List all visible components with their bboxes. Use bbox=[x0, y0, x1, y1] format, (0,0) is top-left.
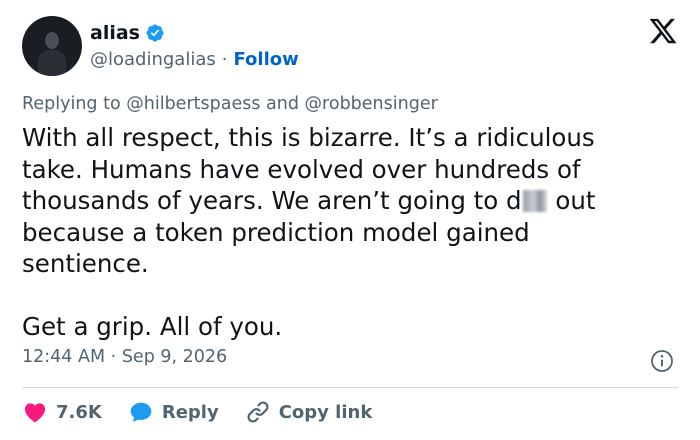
info-icon[interactable] bbox=[650, 349, 674, 373]
like-button[interactable]: 7.6K bbox=[22, 399, 102, 425]
link-icon bbox=[247, 401, 269, 423]
display-name[interactable]: alias bbox=[90, 22, 140, 44]
copy-link-button[interactable]: Copy link bbox=[245, 399, 373, 425]
tweet-text: With all respect, this is bizarre. It’s … bbox=[22, 122, 662, 343]
copy-link-label: Copy link bbox=[278, 401, 373, 423]
timestamp-separator: · bbox=[110, 347, 117, 367]
tweet-line: take. Humans have evolved over hundreds … bbox=[22, 154, 581, 184]
replying-to-conjunction: and bbox=[266, 94, 299, 114]
avatar[interactable] bbox=[22, 16, 82, 76]
tweet-line: sentience. bbox=[22, 249, 149, 278]
mention-link-1[interactable]: @hilbertspaess bbox=[126, 94, 260, 114]
tweet-timestamp[interactable]: 12:44 AM · Sep 9, 2026 bbox=[22, 347, 227, 367]
tweet-date: Sep 9, 2026 bbox=[121, 347, 228, 367]
tweet-line: With all respect, this is bizarre. It’s … bbox=[22, 123, 595, 152]
x-logo-icon[interactable] bbox=[648, 16, 678, 46]
mention-link-2[interactable]: @robbensinger bbox=[305, 94, 438, 114]
tweet-line: thousands of years. We aren’t going to d… bbox=[22, 185, 662, 217]
follow-button[interactable]: Follow bbox=[233, 49, 298, 70]
censor-blur bbox=[522, 190, 547, 212]
author-handle[interactable]: @loadingalias bbox=[90, 49, 216, 70]
action-bar: 7.6K Reply Copy link bbox=[22, 399, 398, 425]
tweet-line: Get a grip. All of you. bbox=[22, 312, 283, 341]
tweet-fragment: out bbox=[547, 186, 596, 215]
tweet-time: 12:44 AM bbox=[22, 347, 106, 367]
handle-separator: · bbox=[221, 49, 228, 70]
heart-icon bbox=[24, 403, 46, 423]
handle-row: @loadingalias · Follow bbox=[90, 49, 299, 70]
like-count: 7.6K bbox=[56, 401, 102, 423]
author-name-row: alias bbox=[90, 22, 165, 44]
avatar-head bbox=[45, 32, 59, 49]
tweet-fragment: thousands of years. We aren’t going to d bbox=[22, 186, 522, 215]
divider bbox=[22, 387, 678, 388]
tweet-line: because a token prediction model gained bbox=[22, 217, 530, 247]
replying-to-prefix: Replying to bbox=[22, 94, 121, 114]
reply-button[interactable]: Reply bbox=[128, 399, 219, 425]
avatar-body bbox=[38, 50, 66, 76]
replying-to-line: Replying to @hilbertspaess and @robbensi… bbox=[22, 94, 438, 114]
verified-badge-icon bbox=[146, 24, 164, 42]
speech-bubble-icon bbox=[130, 402, 152, 422]
reply-label: Reply bbox=[161, 401, 219, 423]
